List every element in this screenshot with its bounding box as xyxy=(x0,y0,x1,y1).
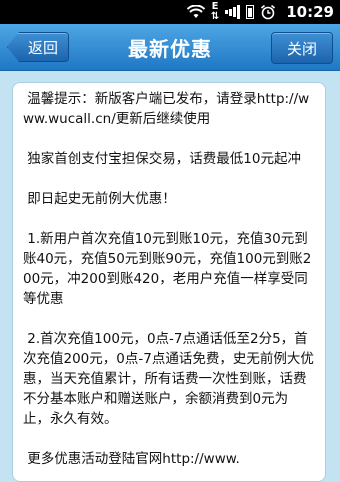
more-offers-text: 更多优惠活动登陆官网http://www. xyxy=(23,451,240,467)
wifi-icon xyxy=(186,5,205,19)
alarm-icon xyxy=(260,4,276,20)
title-bar: 返回 最新优惠 关闭 xyxy=(0,24,340,71)
notice-paragraph: 温馨提示：新版客户端已发布，请登录http://www.wucall.cn/更新… xyxy=(23,91,310,127)
signal-icon xyxy=(225,5,241,19)
new-user-offer: 1.新用户首次充值10元到账10元，充值30元到账40元，充值50元到账90元，… xyxy=(23,231,312,307)
battery-icon xyxy=(246,5,255,19)
back-button[interactable]: 返回 xyxy=(7,32,69,62)
page-title: 最新优惠 xyxy=(128,36,212,61)
status-time: 10:29 xyxy=(286,3,334,21)
content-card: 温馨提示：新版客户端已发布，请登录http://www.wucall.cn/更新… xyxy=(12,82,326,482)
close-button[interactable]: 关闭 xyxy=(271,32,333,64)
promo-heading: 即日起史无前例大优惠！ xyxy=(23,191,176,207)
alipay-paragraph: 独家首创支付宝担保交易，话费最低10元起冲 xyxy=(23,151,301,167)
first-recharge-offer: 2.首次充值100元，0点-7点通话低至2分5，首次充值200元，0点-7点通话… xyxy=(23,331,314,427)
edge-data-icon: E ⇅ xyxy=(210,1,220,22)
status-bar: E ⇅ 10:29 xyxy=(0,0,340,24)
